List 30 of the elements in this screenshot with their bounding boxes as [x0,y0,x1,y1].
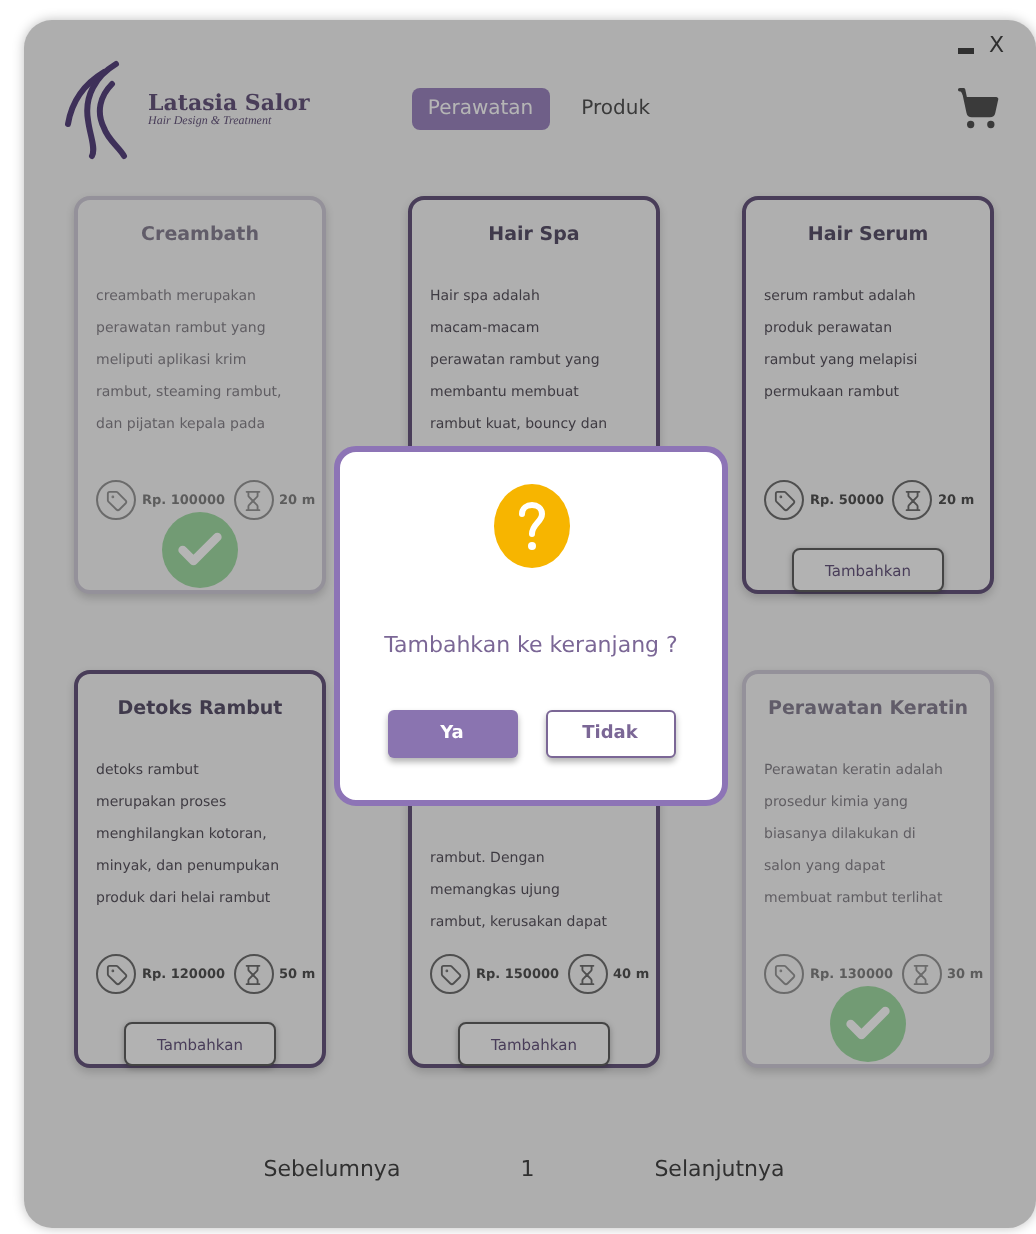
cart-icon[interactable] [956,86,1000,130]
hourglass-icon [233,954,274,994]
price-tag-icon [96,480,136,520]
card-title: Detoks Rambut [117,698,283,724]
card-title: Perawatan Keratin [767,698,968,724]
close-button[interactable]: X [988,32,1004,58]
price-tag-icon [764,954,804,994]
hourglass-icon [901,954,942,994]
added-check-icon [162,512,238,588]
added-check-icon [830,986,906,1062]
question-icon [493,484,569,568]
card-title: Hair Spa [488,224,580,250]
previous-link[interactable]: Sebelumnya [263,1156,401,1182]
nav-tab[interactable]: Perawatan [411,87,550,129]
price-tag-icon [764,480,804,520]
next-link[interactable]: Selanjutnya [654,1156,785,1182]
card-title: Creambath [141,224,259,250]
hourglass-icon [892,480,933,520]
hourglass-icon [567,954,608,994]
price-tag-icon [430,954,470,994]
dialog-message: Tambahkan ke keranjang ? [384,632,678,658]
dialog-button[interactable]: Ya [387,710,517,758]
minimize-icon[interactable] [958,48,975,54]
price-tag-icon [96,954,136,994]
page-number: 1 [520,1156,535,1182]
brand-name: Latasia Salor [148,89,310,115]
nav-tab[interactable]: Produk [565,87,666,129]
card-title: Hair Serum [807,224,929,250]
hourglass-icon [233,480,274,520]
dialog-button[interactable]: Tidak [545,710,675,758]
